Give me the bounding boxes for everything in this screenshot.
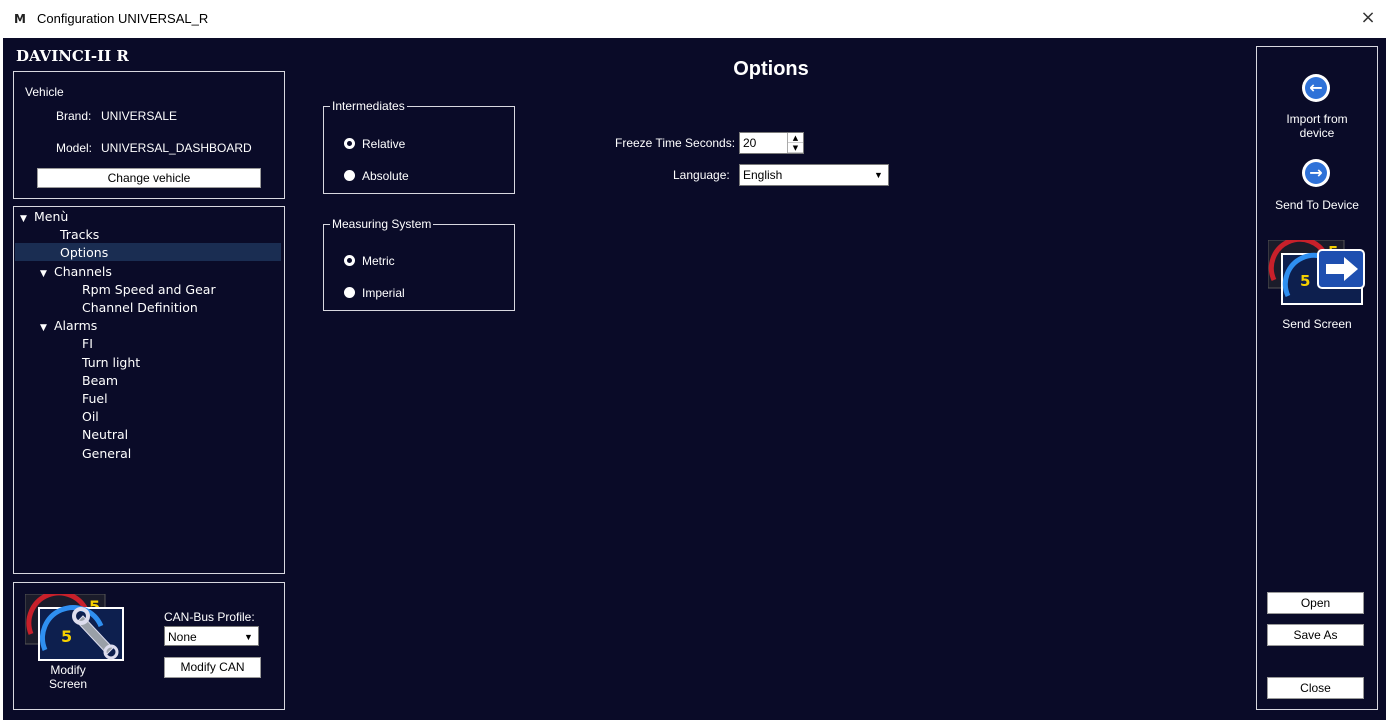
tree-item-men-[interactable]: ▼ Menù (20, 208, 68, 226)
tree-item-label: Oil (82, 409, 99, 425)
svg-text:5: 5 (61, 627, 72, 646)
radio-imperial[interactable]: Imperial (344, 286, 405, 300)
vehicle-section-label: Vehicle (25, 85, 64, 99)
stepper-down-icon[interactable]: ▼ (788, 143, 803, 153)
tree-item-fi[interactable]: FI (82, 335, 93, 353)
tree-item-label: Beam (82, 372, 119, 388)
tree-item-label: Turn light (82, 354, 141, 370)
modify-can-button[interactable]: Modify CAN (164, 657, 261, 678)
tree-item-label: Menù (34, 209, 69, 224)
can-profile-value: None (168, 630, 197, 644)
radio-metric-label: Metric (362, 254, 395, 268)
import-arrow-icon[interactable]: ← (1302, 74, 1330, 102)
open-button[interactable]: Open (1267, 592, 1364, 614)
radio-unchecked-icon (344, 170, 355, 181)
svg-text:5: 5 (1300, 272, 1310, 290)
dashboard-wrench-icon: 5 5 (24, 590, 124, 661)
tree-item-general[interactable]: General (82, 445, 131, 463)
radio-metric[interactable]: Metric (344, 254, 395, 268)
page-title: Options (733, 58, 809, 80)
language-label: Language: (673, 168, 730, 182)
language-value: English (743, 168, 783, 182)
radio-absolute-label: Absolute (362, 169, 409, 183)
tree-item-label: Alarms (54, 318, 98, 334)
window-title: Configuration UNIVERSAL_R (37, 11, 209, 26)
tree-item-label: Channels (54, 263, 112, 279)
brand-value: UNIVERSALE (101, 109, 178, 123)
can-profile-label: CAN-Bus Profile: (164, 610, 255, 624)
vehicle-panel: Vehicle Brand: UNIVERSALE Model: UNIVERS… (13, 71, 285, 199)
chevron-down-icon: ▼ (874, 170, 883, 180)
tree-item-label: FI (82, 336, 93, 352)
tree-item-beam[interactable]: Beam (82, 372, 118, 390)
can-profile-select[interactable]: None ▼ (164, 626, 259, 646)
freeze-time-value: 20 (743, 136, 757, 150)
tree-item-rpm-speed-and-gear[interactable]: Rpm Speed and Gear (82, 281, 216, 299)
right-action-panel: ← Import from device → Send To Device 5 … (1256, 46, 1378, 710)
measuring-system-group: Measuring System Metric Imperial (323, 217, 515, 311)
tree-item-channel-definition[interactable]: Channel Definition (82, 299, 198, 317)
tree-item-options[interactable]: Options (60, 244, 108, 262)
intermediates-legend: Intermediates (330, 99, 407, 113)
radio-relative[interactable]: Relative (344, 137, 405, 151)
radio-imperial-label: Imperial (362, 286, 405, 300)
tree-item-oil[interactable]: Oil (82, 408, 99, 426)
import-from-device-button[interactable]: Import from device (1257, 112, 1377, 140)
tree-item-alarms[interactable]: ▼ Alarms (40, 317, 97, 335)
expand-arrow-icon[interactable]: ▼ (40, 319, 54, 337)
radio-unchecked-icon (344, 287, 355, 298)
screen-can-panel: 5 5 Modify Screen CAN-Bus Profile: None … (13, 582, 285, 710)
language-select[interactable]: English ▼ (739, 164, 889, 186)
tree-item-neutral[interactable]: Neutral (82, 426, 128, 444)
measuring-system-legend: Measuring System (330, 217, 434, 231)
window-client-area: DAVINCI-II R Vehicle Brand: UNIVERSALE M… (3, 38, 1386, 720)
model-label: Model: (56, 141, 93, 155)
tree-item-fuel[interactable]: Fuel (82, 390, 108, 408)
modify-screen-label: Modify Screen (49, 663, 88, 691)
modify-screen-thumbnail[interactable]: 5 5 (24, 590, 127, 662)
save-as-button[interactable]: Save As (1267, 624, 1364, 646)
close-window-icon[interactable]: × (1356, 6, 1380, 30)
app-logo-icon: M (14, 12, 26, 26)
stepper-arrows: ▲ ▼ (787, 133, 803, 153)
tree-item-label: Fuel (82, 391, 108, 406)
tree-item-label: General (82, 445, 132, 461)
send-arrow-icon[interactable]: → (1302, 159, 1330, 187)
radio-relative-label: Relative (362, 137, 406, 151)
stepper-up-icon[interactable]: ▲ (788, 133, 803, 143)
intermediates-group: Intermediates Relative Absolute (323, 99, 515, 194)
freeze-time-stepper[interactable]: 20 ▲ ▼ (739, 132, 804, 154)
change-vehicle-button[interactable]: Change vehicle (37, 168, 261, 188)
close-button[interactable]: Close (1267, 677, 1364, 699)
radio-absolute[interactable]: Absolute (344, 169, 409, 183)
radio-checked-icon (344, 255, 355, 266)
chevron-down-icon: ▼ (244, 632, 253, 642)
tree-item-label: Channel Definition (82, 300, 198, 315)
tree-item-label: Rpm Speed and Gear (82, 281, 216, 297)
tree-item-label: Options (60, 245, 109, 261)
tree-item-channels[interactable]: ▼ Channels (40, 263, 112, 281)
navigation-tree: ▼ Menù Tracks Options ▼ Channels Rpm Speed and… (13, 206, 285, 574)
tree-item-turn-light[interactable]: Turn light (82, 354, 140, 372)
brand-label: Brand: (56, 109, 92, 123)
device-name: DAVINCI-II R (16, 47, 129, 65)
send-to-device-button[interactable]: Send To Device (1257, 198, 1377, 212)
send-screen-button[interactable]: Send Screen (1257, 317, 1377, 331)
model-value: UNIVERSAL_DASHBOARD (101, 141, 252, 155)
tree-item-label: Tracks (60, 227, 100, 243)
window-frame (1386, 0, 1390, 724)
title-bar: M Configuration UNIVERSAL_R × (0, 0, 1390, 38)
radio-checked-icon (344, 138, 355, 149)
tree-item-label: Neutral (82, 427, 129, 443)
send-screen-thumbnail[interactable]: 5 5 (1267, 236, 1366, 306)
dashboard-send-icon: 5 5 (1267, 236, 1365, 305)
tree-selection-highlight (15, 243, 281, 261)
freeze-time-label: Freeze Time Seconds: (615, 136, 736, 150)
tree-item-tracks[interactable]: Tracks (60, 226, 99, 244)
expand-arrow-icon[interactable]: ▼ (40, 265, 54, 283)
expand-arrow-icon[interactable]: ▼ (20, 210, 34, 228)
